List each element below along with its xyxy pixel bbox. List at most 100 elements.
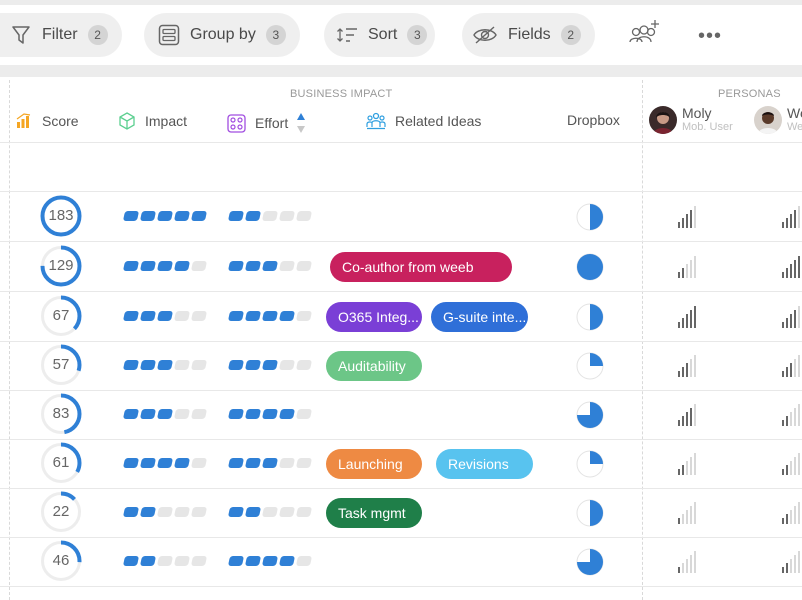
persona-signal[interactable] [678, 256, 700, 278]
rating-dot [122, 507, 140, 517]
sort-icon [336, 24, 358, 46]
rating-dot [190, 409, 208, 419]
persona-signal[interactable] [782, 453, 802, 475]
column-impact[interactable]: Impact [118, 112, 187, 130]
impact-rating[interactable] [122, 556, 209, 566]
impact-rating[interactable] [122, 458, 209, 468]
persona-signal[interactable] [678, 306, 700, 328]
table-row[interactable]: 46 [0, 537, 802, 586]
impact-rating[interactable] [122, 311, 209, 321]
related-idea-chip[interactable]: Revisions [436, 449, 533, 479]
dropbox-pie[interactable] [576, 303, 604, 331]
effort-rating[interactable] [227, 409, 314, 419]
rating-dot [139, 360, 157, 370]
persona-signal[interactable] [782, 206, 802, 228]
persona-name: Moly [682, 105, 712, 121]
persona-we[interactable]: We We [754, 106, 802, 134]
signal-bar [790, 412, 792, 426]
table-row[interactable]: 22 Task mgmt [0, 488, 802, 537]
persona-signal[interactable] [678, 551, 700, 573]
filter-icon [10, 24, 32, 46]
signal-bar [786, 465, 788, 475]
score-ring: 67 [40, 295, 82, 337]
persona-signal[interactable] [782, 502, 802, 524]
persona-signal[interactable] [782, 256, 802, 278]
rating-dot [173, 458, 191, 468]
table-row[interactable]: 183 [0, 192, 802, 241]
score-icon [16, 113, 31, 128]
sort-button[interactable]: Sort 3 [324, 13, 436, 57]
persona-signal[interactable] [782, 404, 802, 426]
persona-signal[interactable] [678, 502, 700, 524]
dropbox-pie[interactable] [576, 203, 604, 231]
effort-rating[interactable] [227, 556, 314, 566]
effort-rating[interactable] [227, 360, 314, 370]
persona-signal[interactable] [678, 404, 700, 426]
related-idea-chip[interactable]: O365 Integ... [326, 302, 422, 332]
filter-button[interactable]: Filter 2 [0, 13, 122, 57]
effort-rating[interactable] [227, 211, 314, 221]
dropbox-pie[interactable] [576, 352, 604, 380]
more-options-button[interactable]: ••• [698, 25, 722, 48]
related-idea-chip[interactable]: Launching [326, 449, 422, 479]
persona-signal[interactable] [678, 355, 700, 377]
impact-rating[interactable] [122, 409, 209, 419]
effort-rating[interactable] [227, 311, 314, 321]
table-row[interactable]: 57 Auditability [0, 341, 802, 390]
dropbox-pie[interactable] [576, 253, 604, 281]
persona-signal[interactable] [678, 453, 700, 475]
signal-bar [786, 514, 788, 524]
add-persona-icon[interactable] [628, 19, 662, 47]
rating-dot [244, 311, 262, 321]
impact-rating[interactable] [122, 211, 209, 221]
eye-hidden-icon [472, 24, 498, 46]
impact-rating[interactable] [122, 507, 209, 517]
table-row[interactable]: 83 [0, 390, 802, 439]
fields-button[interactable]: Fields 2 [462, 13, 595, 57]
effort-rating[interactable] [227, 458, 314, 468]
rating-dot [156, 261, 174, 271]
column-dropbox[interactable]: Dropbox [567, 112, 620, 128]
column-effort-label: Effort [255, 115, 289, 131]
rating-dot [295, 458, 313, 468]
persona-signal[interactable] [782, 551, 802, 573]
table-row[interactable]: 61 Launching Revisions [0, 439, 802, 488]
table-row[interactable]: 67 O365 Integ... G-suite inte... [0, 292, 802, 341]
impact-rating[interactable] [122, 360, 209, 370]
column-related-ideas[interactable]: Related Ideas [366, 112, 481, 130]
related-idea-chip[interactable]: Task mgmt [326, 498, 422, 528]
related-idea-chip[interactable]: Co-author from weeb [330, 252, 512, 282]
related-idea-chip[interactable]: G-suite inte... [431, 302, 528, 332]
column-score[interactable]: Score [16, 112, 79, 129]
dropbox-pie[interactable] [576, 548, 604, 576]
rating-dot [227, 211, 245, 221]
rating-dot [261, 556, 279, 566]
persona-signal[interactable] [782, 306, 802, 328]
signal-bar [694, 256, 696, 278]
table-row[interactable]: 129 Co-author from weeb [0, 242, 802, 291]
group-by-button[interactable]: Group by 3 [144, 13, 300, 57]
signal-bar [798, 256, 800, 278]
dropbox-pie[interactable] [576, 499, 604, 527]
dropbox-pie[interactable] [576, 401, 604, 429]
rating-dot [122, 211, 140, 221]
signal-bar [790, 559, 792, 573]
persona-moly[interactable]: Moly Mob. User [649, 106, 733, 134]
sort-arrows-icon[interactable] [296, 112, 306, 134]
signal-bar [686, 363, 688, 377]
rating-dot [122, 556, 140, 566]
column-effort[interactable]: Effort [227, 112, 306, 134]
rating-dot [278, 458, 296, 468]
dropbox-pie[interactable] [576, 450, 604, 478]
effort-rating[interactable] [227, 507, 314, 517]
signal-bar [682, 318, 684, 328]
signal-bar [690, 555, 692, 573]
effort-rating[interactable] [227, 261, 314, 271]
sort-label: Sort [368, 26, 398, 43]
score-ring: 46 [40, 540, 82, 582]
persona-signal[interactable] [782, 355, 802, 377]
persona-signal[interactable] [678, 206, 700, 228]
impact-rating[interactable] [122, 261, 209, 271]
cube-icon [119, 112, 135, 130]
related-idea-chip[interactable]: Auditability [326, 351, 422, 381]
